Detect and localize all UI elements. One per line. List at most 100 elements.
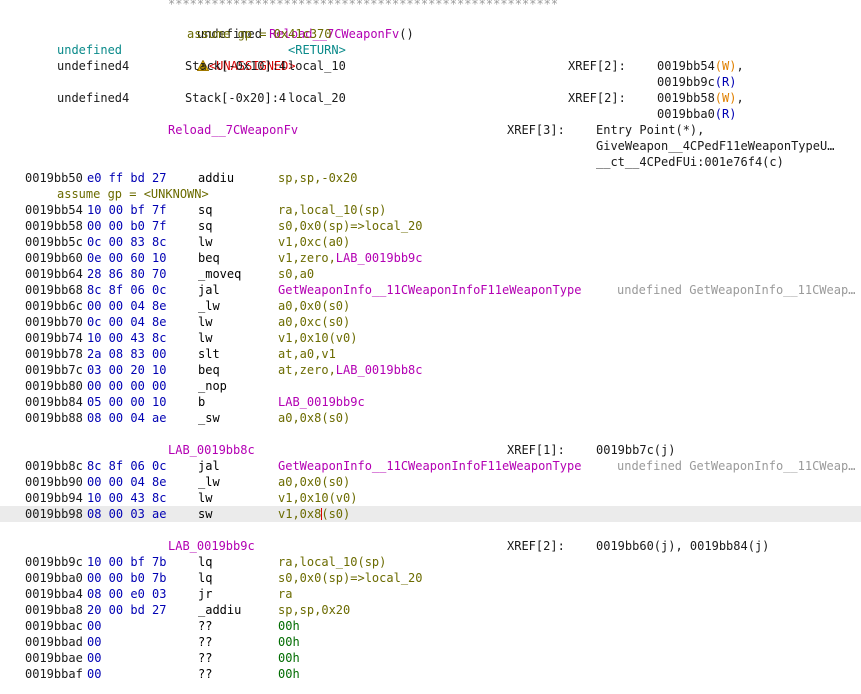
instruction-bytes[interactable]: 10 00 43 8c	[87, 330, 166, 346]
function-xref-link[interactable]: Entry Point(*),	[596, 122, 704, 138]
instruction-bytes[interactable]: 00	[87, 634, 101, 650]
instruction-row[interactable]: 0019bb98 08 00 03 ae sw v1,0x8(s0)	[0, 506, 861, 522]
instruction-mnemonic[interactable]: ??	[198, 618, 212, 634]
var-xref-link[interactable]: 0019bb9c	[657, 75, 715, 89]
instruction-row[interactable]: 0019bb80 00 00 00 00 _nop	[0, 378, 861, 394]
instruction-address[interactable]: 0019bb68	[25, 282, 83, 298]
instruction-mnemonic[interactable]: sw	[198, 506, 212, 522]
instruction-bytes[interactable]: 00 00 b0 7f	[87, 218, 166, 234]
instruction-row[interactable]: 0019bb54 10 00 bf 7f sq ra,local_10(sp)	[0, 202, 861, 218]
instruction-mnemonic[interactable]: lw	[198, 330, 212, 346]
instruction-bytes[interactable]: 00	[87, 650, 101, 666]
instruction-operands[interactable]: s0,a0	[278, 266, 314, 282]
instruction-address[interactable]: 0019bb64	[25, 266, 83, 282]
instruction-bytes[interactable]: 2a 08 83 00	[87, 346, 166, 362]
var-xref-link[interactable]: 0019bb58	[657, 91, 715, 105]
instruction-bytes[interactable]: 20 00 bd 27	[87, 602, 166, 618]
instruction-operands[interactable]: v1,0xc(a0)	[278, 234, 350, 250]
instruction-row[interactable]: 0019bba0 00 00 b0 7b lq s0,0x0(sp)=>local_2…	[0, 570, 861, 586]
instruction-bytes[interactable]: 10 00 bf 7b	[87, 554, 166, 570]
instruction-address[interactable]: 0019bb84	[25, 394, 83, 410]
instruction-mnemonic[interactable]: jal	[198, 458, 220, 474]
function-label-row[interactable]: Reload__7CWeaponFv XREF[3]: Entry Point(…	[0, 122, 861, 138]
instruction-bytes[interactable]: 8c 8f 06 0c	[87, 282, 166, 298]
label-xref-link[interactable]: 0019bb7c(j)	[596, 442, 675, 458]
instruction-mnemonic[interactable]: ??	[198, 634, 212, 650]
instruction-address[interactable]: 0019bbad	[25, 634, 83, 650]
code-label-row[interactable]: LAB_0019bb8c XREF[1]: 0019bb7c(j)	[0, 442, 861, 458]
instruction-mnemonic[interactable]: lw	[198, 490, 212, 506]
instruction-address[interactable]: 0019bba8	[25, 602, 83, 618]
var-name[interactable]: local_10	[288, 58, 346, 74]
instruction-operands[interactable]: v1,0x10(v0)	[278, 330, 357, 346]
instruction-operands[interactable]: v1,0x10(v0)	[278, 490, 357, 506]
instruction-operands[interactable]: GetWeaponInfo__11CWeaponInfoF11eWeaponTy…	[278, 458, 581, 474]
instruction-operands[interactable]: v1,zero,LAB_0019bb9c	[278, 250, 423, 266]
instruction-bytes[interactable]: 10 00 43 8c	[87, 490, 166, 506]
instruction-mnemonic[interactable]: ??	[198, 666, 212, 682]
instruction-mnemonic[interactable]: slt	[198, 346, 220, 362]
instruction-mnemonic[interactable]: beq	[198, 250, 220, 266]
instruction-operands[interactable]: at,zero,LAB_0019bb8c	[278, 362, 423, 378]
instruction-operands[interactable]: a0,0x0(s0)	[278, 474, 350, 490]
label-xref-link[interactable]: 0019bb60(j), 0019bb84(j)	[596, 538, 769, 554]
instruction-address[interactable]: 0019bb90	[25, 474, 83, 490]
instruction-address[interactable]: 0019bb60	[25, 250, 83, 266]
instruction-operands[interactable]: 00h	[278, 618, 300, 634]
instruction-operands[interactable]: LAB_0019bb9c	[278, 394, 365, 410]
instruction-bytes[interactable]: 00 00 04 8e	[87, 298, 166, 314]
instruction-operands[interactable]: s0,0x0(sp)=>local_20	[278, 218, 423, 234]
instruction-mnemonic[interactable]: _moveq	[198, 266, 241, 282]
instruction-address[interactable]: 0019bb6c	[25, 298, 83, 314]
instruction-operands[interactable]: sp,sp,0x20	[278, 602, 350, 618]
instruction-operands[interactable]: v1,0x8(s0)	[278, 506, 350, 522]
instruction-operands[interactable]: a0,0xc(s0)	[278, 314, 350, 330]
instruction-bytes[interactable]: 08 00 03 ae	[87, 506, 166, 522]
local-var-row[interactable]: undefined4 Stack[-0x20]:4 local_20 XREF[…	[0, 90, 861, 106]
instruction-bytes[interactable]: 00	[87, 618, 101, 634]
instruction-address[interactable]: 0019bbaf	[25, 666, 83, 682]
instruction-bytes[interactable]: 00 00 04 8e	[87, 474, 166, 490]
instruction-operands[interactable]: ra,local_10(sp)	[278, 202, 386, 218]
instruction-bytes[interactable]: 10 00 bf 7f	[87, 202, 166, 218]
instruction-bytes[interactable]: 08 00 e0 03	[87, 586, 166, 602]
instruction-address[interactable]: 0019bb9c	[25, 554, 83, 570]
instruction-address[interactable]: 0019bbae	[25, 650, 83, 666]
instruction-mnemonic[interactable]: _lw	[198, 298, 220, 314]
instruction-mnemonic[interactable]: beq	[198, 362, 220, 378]
instruction-operands[interactable]: 00h	[278, 666, 300, 682]
instruction-row[interactable]: 0019bb8c 8c 8f 06 0c jal GetWeaponInfo__11C…	[0, 458, 861, 474]
var-xref-link[interactable]: 0019bba0	[657, 107, 715, 121]
instruction-operands[interactable]: GetWeaponInfo__11CWeaponInfoF11eWeaponTy…	[278, 282, 581, 298]
instruction-row[interactable]: 0019bb94 10 00 43 8c lw v1,0x10(v0)	[0, 490, 861, 506]
instruction-bytes[interactable]: 0c 00 83 8c	[87, 234, 166, 250]
instruction-address[interactable]: 0019bb88	[25, 410, 83, 426]
instruction-address[interactable]: 0019bbac	[25, 618, 83, 634]
instruction-row[interactable]: 0019bbaf 00?? 00h	[0, 666, 861, 682]
instruction-bytes[interactable]: 03 00 20 10	[87, 362, 166, 378]
instruction-row[interactable]: 0019bb60 0e 00 60 10 beq v1,zero,LAB_0019bb…	[0, 250, 861, 266]
instruction-mnemonic[interactable]: addiu	[198, 170, 234, 186]
instruction-bytes[interactable]: 00	[87, 666, 101, 682]
instruction-operands[interactable]: ra	[278, 586, 292, 602]
instruction-address[interactable]: 0019bb98	[25, 506, 83, 522]
instruction-address[interactable]: 0019bb54	[25, 202, 83, 218]
instruction-operands[interactable]: at,a0,v1	[278, 346, 336, 362]
instruction-bytes[interactable]: 0c 00 04 8e	[87, 314, 166, 330]
instruction-row[interactable]: 0019bb70 0c 00 04 8e lw a0,0xc(s0)	[0, 314, 861, 330]
instruction-address[interactable]: 0019bb50	[25, 170, 83, 186]
instruction-mnemonic[interactable]: jal	[198, 282, 220, 298]
return-label[interactable]: <RETURN>	[288, 42, 346, 58]
instruction-bytes[interactable]: 05 00 00 10	[87, 394, 166, 410]
instruction-row[interactable]: 0019bb68 8c 8f 06 0c jal GetWeaponInfo__11C…	[0, 282, 861, 298]
return-type[interactable]: undefined	[57, 42, 122, 58]
instruction-row[interactable]: 0019bba4 08 00 e0 03 jr ra	[0, 586, 861, 602]
instruction-mnemonic[interactable]: b	[198, 394, 205, 410]
function-label[interactable]: Reload__7CWeaponFv	[168, 122, 298, 138]
instruction-bytes[interactable]: 00 00 00 00	[87, 378, 166, 394]
instruction-address[interactable]: 0019bb80	[25, 378, 83, 394]
instruction-mnemonic[interactable]: lq	[198, 570, 212, 586]
instruction-row[interactable]: 0019bb9c 10 00 bf 7b lq ra,local_10(sp)	[0, 554, 861, 570]
instruction-row[interactable]: 0019bb5c 0c 00 83 8c lw v1,0xc(a0)	[0, 234, 861, 250]
instruction-mnemonic[interactable]: _lw	[198, 474, 220, 490]
